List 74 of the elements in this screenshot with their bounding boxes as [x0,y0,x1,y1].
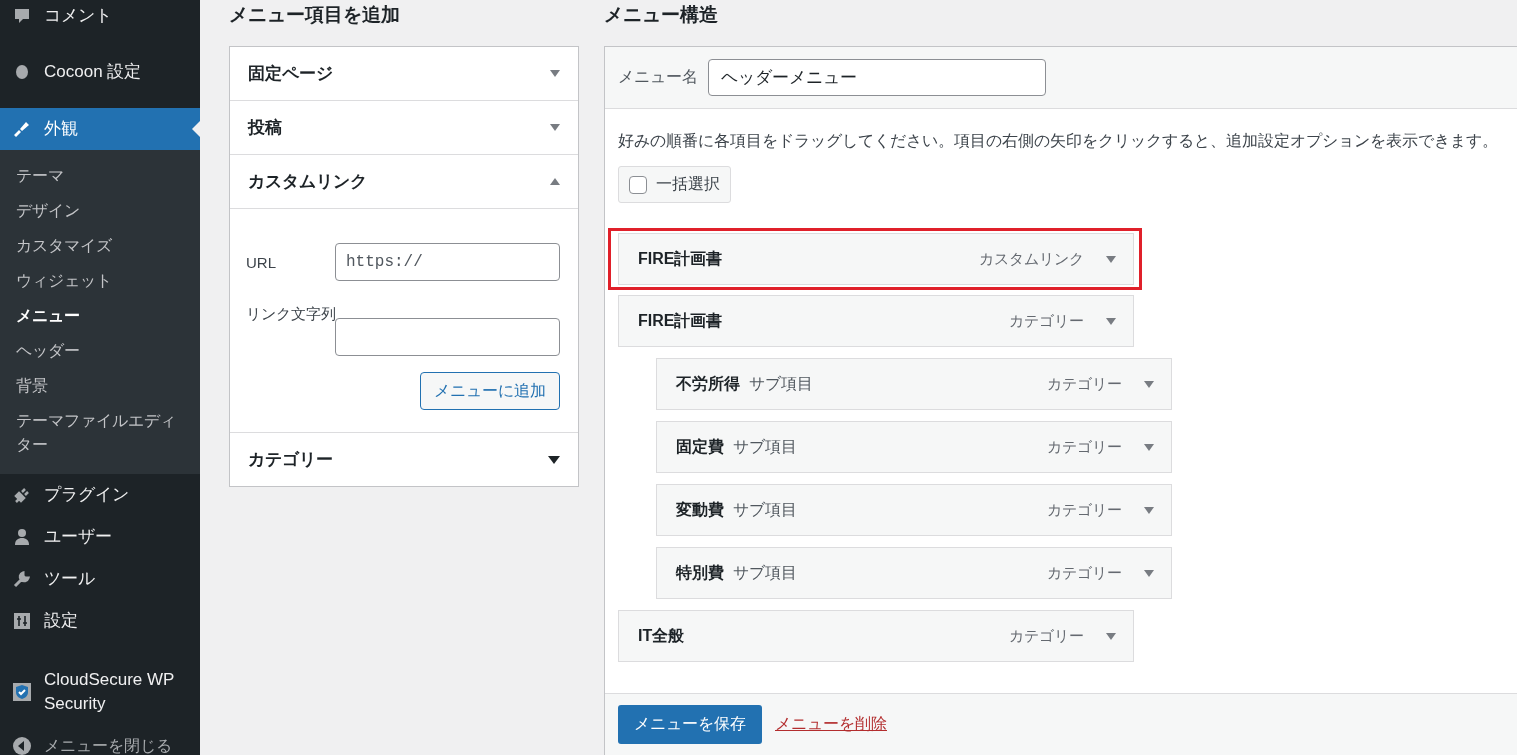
submenu-item[interactable]: 背景 [0,368,200,403]
menu-item-type: カテゴリー [1047,374,1122,394]
expand-arrow-icon[interactable] [1106,317,1116,325]
expand-arrow-icon[interactable] [1106,255,1116,263]
sidebar-item[interactable]: プラグイン [0,474,200,516]
sub-item-label: サブ項目 [733,499,797,520]
checkbox[interactable] [629,175,647,194]
settings-icon [12,611,32,631]
save-menu-button[interactable]: メニューを保存 [618,705,762,744]
expand-arrow-icon[interactable] [1106,632,1116,640]
sidebar-item[interactable]: コメント [0,0,200,32]
submenu-item[interactable]: ウィジェット [0,263,200,298]
wrench-icon [12,569,32,589]
collapse-menu-button[interactable]: メニューを閉じる [0,728,200,755]
menu-item-type: カテゴリー [1009,311,1084,331]
expand-arrow-icon[interactable] [1144,506,1154,514]
submenu-item[interactable]: テーマファイルエディター [0,403,200,462]
menu-item[interactable]: 特別費 サブ項目 カテゴリー [656,547,1172,599]
url-input-field[interactable]: https:// [335,243,560,281]
brush-icon [12,119,32,139]
menu-item-title: 固定費 [676,436,724,457]
submenu-item[interactable]: テーマ [0,158,200,193]
field-label: リンク文字列 [246,305,336,324]
sidebar-item[interactable]: 設定 [0,600,200,642]
delete-menu-link[interactable]: メニューを削除 [775,714,887,735]
menu-item-title: 不労所得 [676,373,740,394]
submenu-item[interactable]: ヘッダー [0,333,200,368]
bulk-select-button[interactable]: 一括選択 [618,166,731,203]
menu-item[interactable]: IT全般 カテゴリー [618,610,1134,662]
menu-item-type: カテゴリー [1047,437,1122,457]
menu-item-type: カテゴリー [1047,500,1122,520]
sub-item-label: サブ項目 [733,562,797,583]
menu-item-title: IT全般 [638,625,685,646]
section-heading: メニュー構造 [604,3,719,27]
field-label: メニュー名 [618,67,698,87]
expand-arrow-icon [550,124,560,131]
menu-item-title: 特別費 [676,562,724,583]
submenu-item[interactable]: メニュー [0,298,200,333]
menu-item[interactable]: 固定費 サブ項目 カテゴリー [656,421,1172,473]
menu-item[interactable]: FIRE計画書 カスタムリンク [618,233,1134,285]
expand-arrow-icon[interactable] [1144,569,1154,577]
menu-item-type: カテゴリー [1009,626,1084,646]
comment-icon [12,6,32,26]
menu-name-input-field[interactable]: ヘッダーメニュー [708,59,1046,96]
plug-icon [12,485,32,505]
menu-item-type: カスタムリンク [979,249,1084,269]
add-to-menu-button[interactable]: メニューに追加 [420,372,560,410]
sidebar-item[interactable]: Cocoon 設定 [0,51,200,93]
shield-icon [12,682,32,702]
sidebar-item[interactable]: ユーザー [0,516,200,558]
expand-arrow-icon[interactable] [1144,380,1154,388]
submenu-item[interactable]: カスタマイズ [0,228,200,263]
menu-item-type: カテゴリー [1047,563,1122,583]
menu-item[interactable]: 変動費 サブ項目 カテゴリー [656,484,1172,536]
sidebar-item[interactable]: CloudSecure WP Security [0,656,200,728]
expand-arrow-icon[interactable] [1144,443,1154,451]
sidebar-item[interactable]: 外観 [0,108,200,150]
link-text-input-field[interactable] [335,318,560,356]
collapse-arrow-icon [550,178,560,185]
menu-item-title: FIRE計画書 [638,310,723,331]
user-icon [12,527,32,547]
expand-arrow-icon [548,455,560,464]
sidebar-item[interactable]: ツール [0,558,200,600]
section-heading: メニュー項目を追加 [229,3,401,27]
field-label: URL [246,253,276,271]
menu-item[interactable]: FIRE計画書 カテゴリー [618,295,1134,347]
expand-arrow-icon [550,70,560,77]
menu-item-title: FIRE計画書 [638,248,723,269]
menu-item[interactable]: 不労所得 サブ項目 カテゴリー [656,358,1172,410]
menu-item-title: 変動費 [676,499,724,520]
sub-item-label: サブ項目 [749,373,813,394]
submenu-item[interactable]: デザイン [0,193,200,228]
sub-item-label: サブ項目 [733,436,797,457]
instruction-text: 好みの順番に各項目をドラッグしてください。項目の右側の矢印をクリックすると、追加設定オプションを表示できます。 [618,131,1499,151]
